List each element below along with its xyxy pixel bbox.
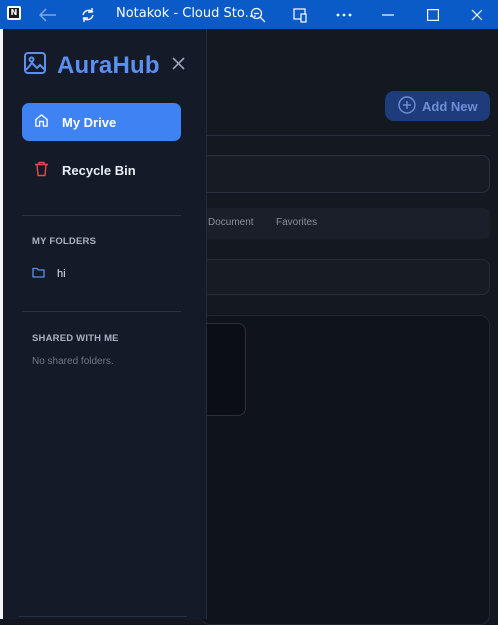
sidebar-divider: [22, 215, 181, 216]
sidebar-close-icon[interactable]: [169, 54, 187, 72]
back-arrow-icon[interactable]: [37, 4, 59, 26]
filter-tabs: Document Favorites: [200, 208, 490, 239]
add-new-button[interactable]: Add New: [385, 91, 490, 121]
sidebar: AuraHub My Drive Recycle Bin MY FOLDERS …: [3, 29, 207, 619]
header-divider: [207, 135, 491, 136]
my-folders-title: MY FOLDERS: [32, 236, 97, 247]
folder-item-hi[interactable]: hi: [32, 267, 66, 281]
image-logo-icon: [23, 51, 47, 80]
folder-icon: [32, 267, 45, 281]
shared-empty-text: No shared folders.: [32, 356, 114, 367]
favicon-letter: N: [9, 8, 19, 18]
app-favicon-icon: N: [7, 6, 21, 20]
nav-recycle-bin-label: Recycle Bin: [62, 162, 136, 178]
plus-circle-icon: [398, 95, 416, 117]
sidebar-footer-divider: [19, 616, 187, 617]
nav-my-drive-label: My Drive: [62, 114, 117, 130]
minimize-icon[interactable]: [377, 4, 399, 26]
nav-recycle-bin[interactable]: Recycle Bin: [22, 151, 181, 189]
add-new-label: Add New: [422, 98, 478, 114]
home-icon: [34, 113, 49, 131]
search-input[interactable]: [200, 155, 490, 193]
folder-name: hi: [57, 268, 66, 280]
zoom-icon[interactable]: [247, 4, 269, 26]
nav-my-drive[interactable]: My Drive: [22, 103, 181, 141]
window-titlebar: N Notakok - Cloud Sto...: [0, 0, 498, 29]
trash-icon: [34, 161, 49, 180]
more-options-icon[interactable]: [333, 4, 355, 26]
filter-bar[interactable]: [200, 259, 490, 295]
sidebar-divider: [22, 311, 181, 312]
tab-document[interactable]: Document: [208, 217, 254, 228]
tab-favorites[interactable]: Favorites: [276, 217, 317, 228]
shared-with-me-title: SHARED WITH ME: [32, 333, 119, 344]
cast-icon[interactable]: [289, 4, 311, 26]
brand-name: AuraHub: [57, 51, 160, 79]
window-title: Notakok - Cloud Sto...: [116, 6, 257, 21]
window-close-icon[interactable]: [466, 4, 488, 26]
brand: AuraHub: [23, 51, 160, 80]
maximize-icon[interactable]: [422, 4, 444, 26]
refresh-icon[interactable]: [77, 4, 99, 26]
